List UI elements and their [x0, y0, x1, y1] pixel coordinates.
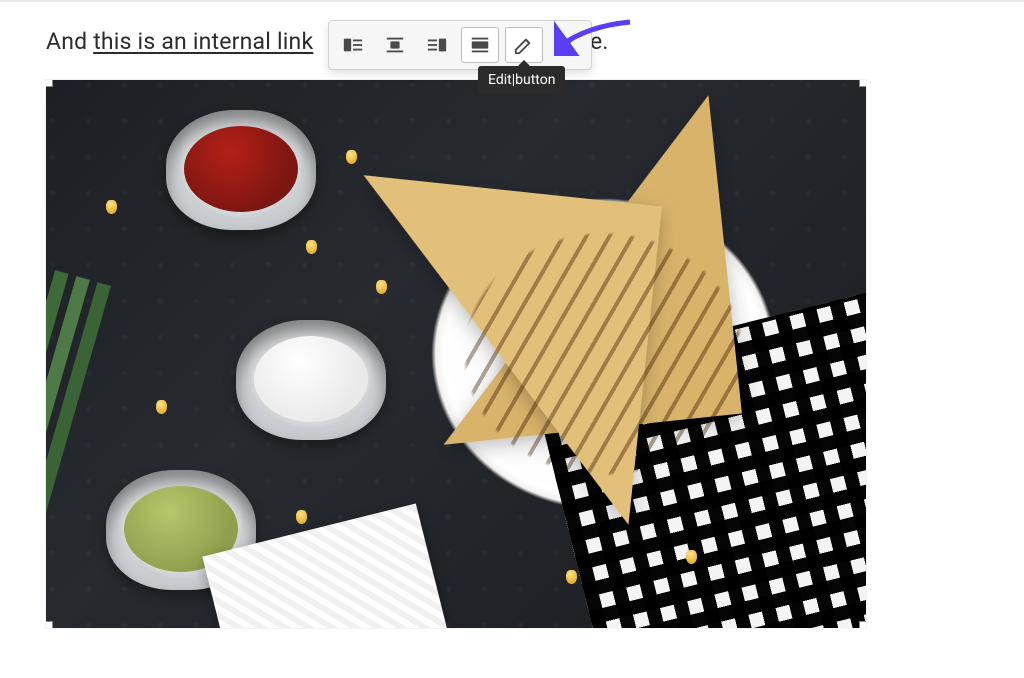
sauce-cup-ketchup [166, 110, 316, 230]
tooltip: Edit|button [478, 66, 565, 94]
corn-kernel [566, 570, 577, 584]
text-trailing: e. [590, 28, 608, 55]
corn-kernel [156, 400, 167, 414]
text-prefix: And [46, 28, 93, 55]
internal-link[interactable]: this is an internal link [93, 28, 313, 55]
align-right-icon [426, 34, 448, 56]
corn-kernel [296, 510, 307, 524]
align-right-button[interactable] [419, 28, 455, 62]
align-left-icon [342, 34, 364, 56]
corn-kernel [686, 550, 697, 564]
corn-kernel [306, 240, 317, 254]
corn-kernel [346, 150, 357, 164]
align-left-button[interactable] [335, 28, 371, 62]
resize-handle-top-right[interactable] [859, 80, 866, 87]
corn-kernel [376, 280, 387, 294]
edit-button[interactable] [505, 27, 543, 63]
sauce-cup-mayo [236, 320, 386, 440]
corn-kernel [106, 200, 117, 214]
image-block[interactable] [46, 80, 866, 628]
align-center-icon [384, 34, 406, 56]
close-icon [558, 36, 576, 54]
align-center-button[interactable] [377, 28, 413, 62]
tooltip-label: Edit|button [488, 72, 555, 88]
remove-button[interactable] [549, 28, 585, 62]
pencil-icon [513, 34, 535, 56]
resize-handle-bottom-right[interactable] [859, 621, 866, 628]
align-none-button[interactable] [461, 27, 499, 63]
image-toolbar [328, 20, 592, 70]
align-none-icon [469, 34, 491, 56]
toast-slice [330, 175, 662, 525]
resize-handle-top-left[interactable] [46, 80, 53, 87]
paragraph-line: And this is an internal link [46, 28, 313, 55]
top-separator [0, 0, 1024, 2]
resize-handle-bottom-left[interactable] [46, 621, 53, 628]
